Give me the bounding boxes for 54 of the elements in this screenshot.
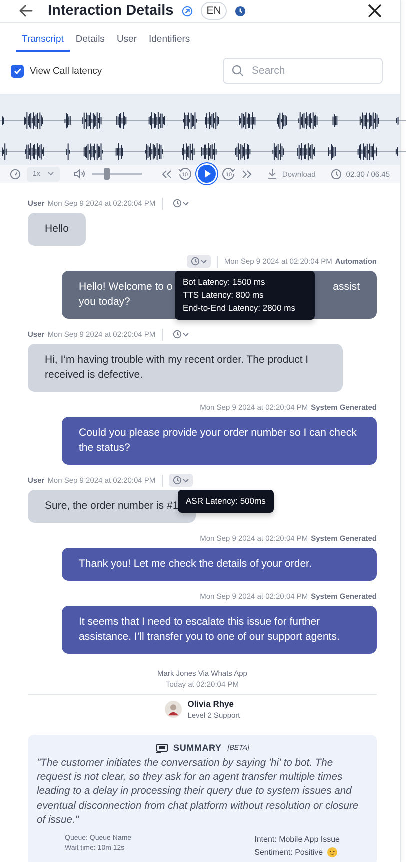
message-text: Hello! Welcome to o	[79, 280, 173, 295]
clock-icon	[172, 330, 182, 339]
latency-value: End-to-End Latency: 2800 ms	[183, 302, 296, 315]
tab[interactable]: Identifiers	[143, 29, 196, 52]
tab[interactable]: Details	[70, 29, 111, 52]
arrow-circle-icon[interactable]	[182, 6, 193, 16]
summary-text: "The customer initiates the conversation by saying 'hi' to bot. The request is not clear, so they ask for an agent transfer multiple times leading to a delay in processing their query due to system issues and eventual disconnection from chat platform without resolution or closure of issue."	[37, 757, 360, 828]
language-badge: EN	[200, 2, 228, 20]
clock-icon	[172, 199, 182, 208]
message-text: you today?	[79, 295, 130, 310]
rewind-icon[interactable]	[162, 170, 172, 178]
play-icon	[204, 170, 211, 178]
volume-slider-thumb[interactable]	[104, 168, 110, 180]
summary-title: SUMMARY	[174, 743, 222, 753]
latency-value: Bot Latency: 1500 ms	[183, 276, 266, 289]
latency-value: TTS Latency: 800 ms	[183, 289, 265, 302]
checkbox-label: View Call latency	[30, 66, 102, 76]
chevron-down-icon	[182, 332, 189, 336]
status-icon	[235, 6, 246, 16]
clock-icon	[191, 257, 200, 266]
volume-icon[interactable]	[74, 169, 86, 179]
tab[interactable]: Transcript	[16, 29, 70, 52]
latency-button[interactable]	[187, 255, 212, 268]
clock-icon	[172, 476, 182, 485]
chevron-down-icon	[201, 260, 208, 264]
message-text: Hi, I’m having trouble with my recent order. The product I received is defective.	[45, 353, 310, 383]
checkmark-icon	[14, 68, 22, 74]
summary-detail: Sentiment: Positive	[254, 848, 324, 858]
chevron-down-icon	[182, 202, 189, 206]
latency-button[interactable]	[168, 474, 193, 487]
chevron-down-icon	[182, 478, 189, 482]
tab[interactable]: User	[110, 29, 143, 52]
smiley-icon	[327, 847, 338, 858]
summary-detail: Intent: Mobile App Issue	[254, 835, 340, 844]
window-title: Interaction Details	[48, 3, 174, 19]
latency-value: ASR Latency: 500ms	[186, 495, 266, 508]
message-text: It seems that I need to escalate this issue for further assistance. I’ll transfer you to one of our support agents.	[79, 615, 341, 645]
chevron-down-icon	[48, 172, 54, 176]
message-text: Thank you! Let me check the details of your order.	[79, 557, 312, 572]
message-text: Could you please provide your order number so I can check the status?	[79, 426, 358, 456]
message-text: assist	[333, 280, 360, 295]
checkbox[interactable]	[11, 64, 24, 78]
ai-icon	[156, 744, 168, 752]
search-field[interactable]: Search	[223, 58, 383, 84]
fast-forward-icon[interactable]	[242, 170, 252, 178]
message-text: Sure, the order number is #1	[45, 499, 179, 514]
search-icon	[232, 65, 244, 77]
speedometer-icon[interactable]	[10, 168, 21, 180]
play-button[interactable]	[198, 165, 216, 183]
agent-name: Olivia Rhye	[188, 699, 236, 709]
download-icon	[268, 169, 278, 179]
message-text: Hello	[45, 222, 69, 237]
clock-icon	[331, 168, 342, 180]
avatar	[164, 701, 182, 718]
